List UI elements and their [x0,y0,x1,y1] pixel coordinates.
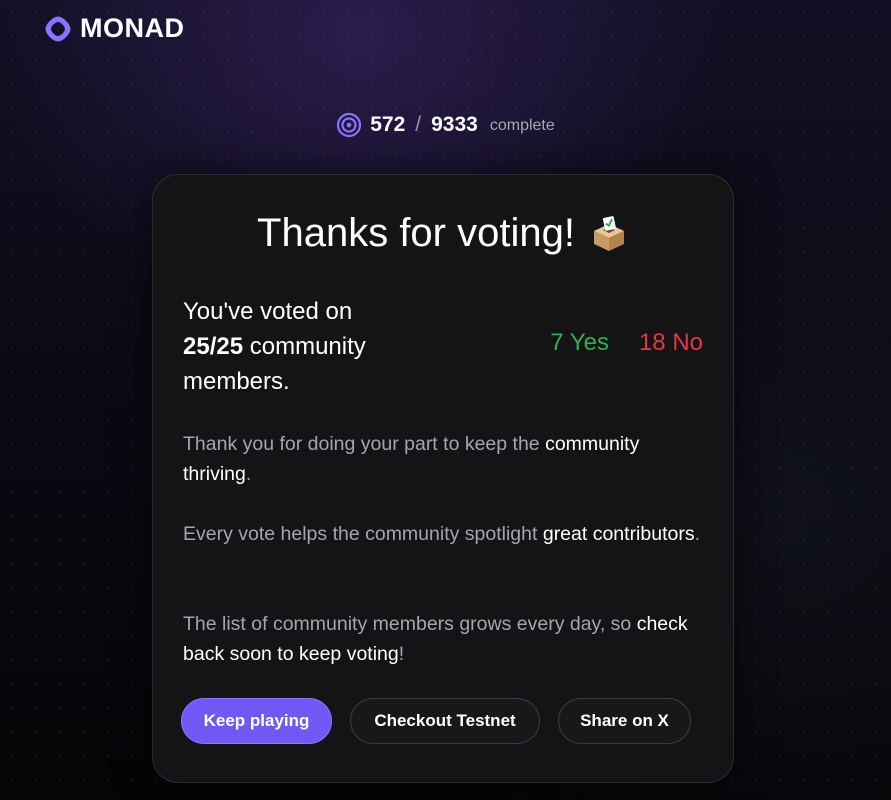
thanks-card: Thanks for voting! You've voted on 25/25… [152,174,734,783]
keep-playing-button[interactable]: Keep playing [181,698,332,744]
progress-current: 572 [370,113,406,136]
paragraph-punct: . [245,463,252,485]
paragraph-text: The list of community members grows ever… [183,613,632,635]
action-buttons: Keep playing Checkout Testnet Share on X [181,698,691,744]
paragraph-text: Thank you for doing your part to keep th… [183,433,540,455]
monad-logo-icon [44,15,72,43]
spotlight-paragraph: Every vote helps the community spotlight… [183,519,713,549]
paragraph-highlight: great contributors [542,523,695,545]
checkout-testnet-button[interactable]: Checkout Testnet [350,698,540,744]
check-back-paragraph: The list of community members grows ever… [183,609,713,669]
thanks-paragraph: Thank you for doing your part to keep th… [183,429,713,489]
progress-label: complete [489,117,555,134]
vote-progress: 572 / 9333 complete [0,112,891,138]
vote-tally: 7 Yes 18 No [550,329,703,357]
card-title-text: Thanks for voting! [257,211,575,255]
no-count: 18 No [638,329,703,356]
ballot-box-icon [589,214,629,254]
vote-summary-prefix: You've voted on [183,298,353,325]
monad-logo-text: MONAD [80,13,185,43]
share-on-x-button[interactable]: Share on X [558,698,691,744]
paragraph-text: Every vote helps the community spotlight [183,523,538,545]
monad-logo[interactable]: MONAD [44,13,185,44]
paragraph-punct: . [694,523,701,545]
target-icon [336,112,362,138]
vote-count: 25/25 [183,333,244,360]
paragraph-punct: ! [398,643,405,665]
vote-summary: You've voted on 25/25 community members. [183,294,433,399]
progress-separator: / [415,113,422,136]
yes-count: 7 Yes [550,329,609,356]
progress-total: 9333 [431,113,478,136]
card-title: Thanks for voting! [153,211,733,256]
